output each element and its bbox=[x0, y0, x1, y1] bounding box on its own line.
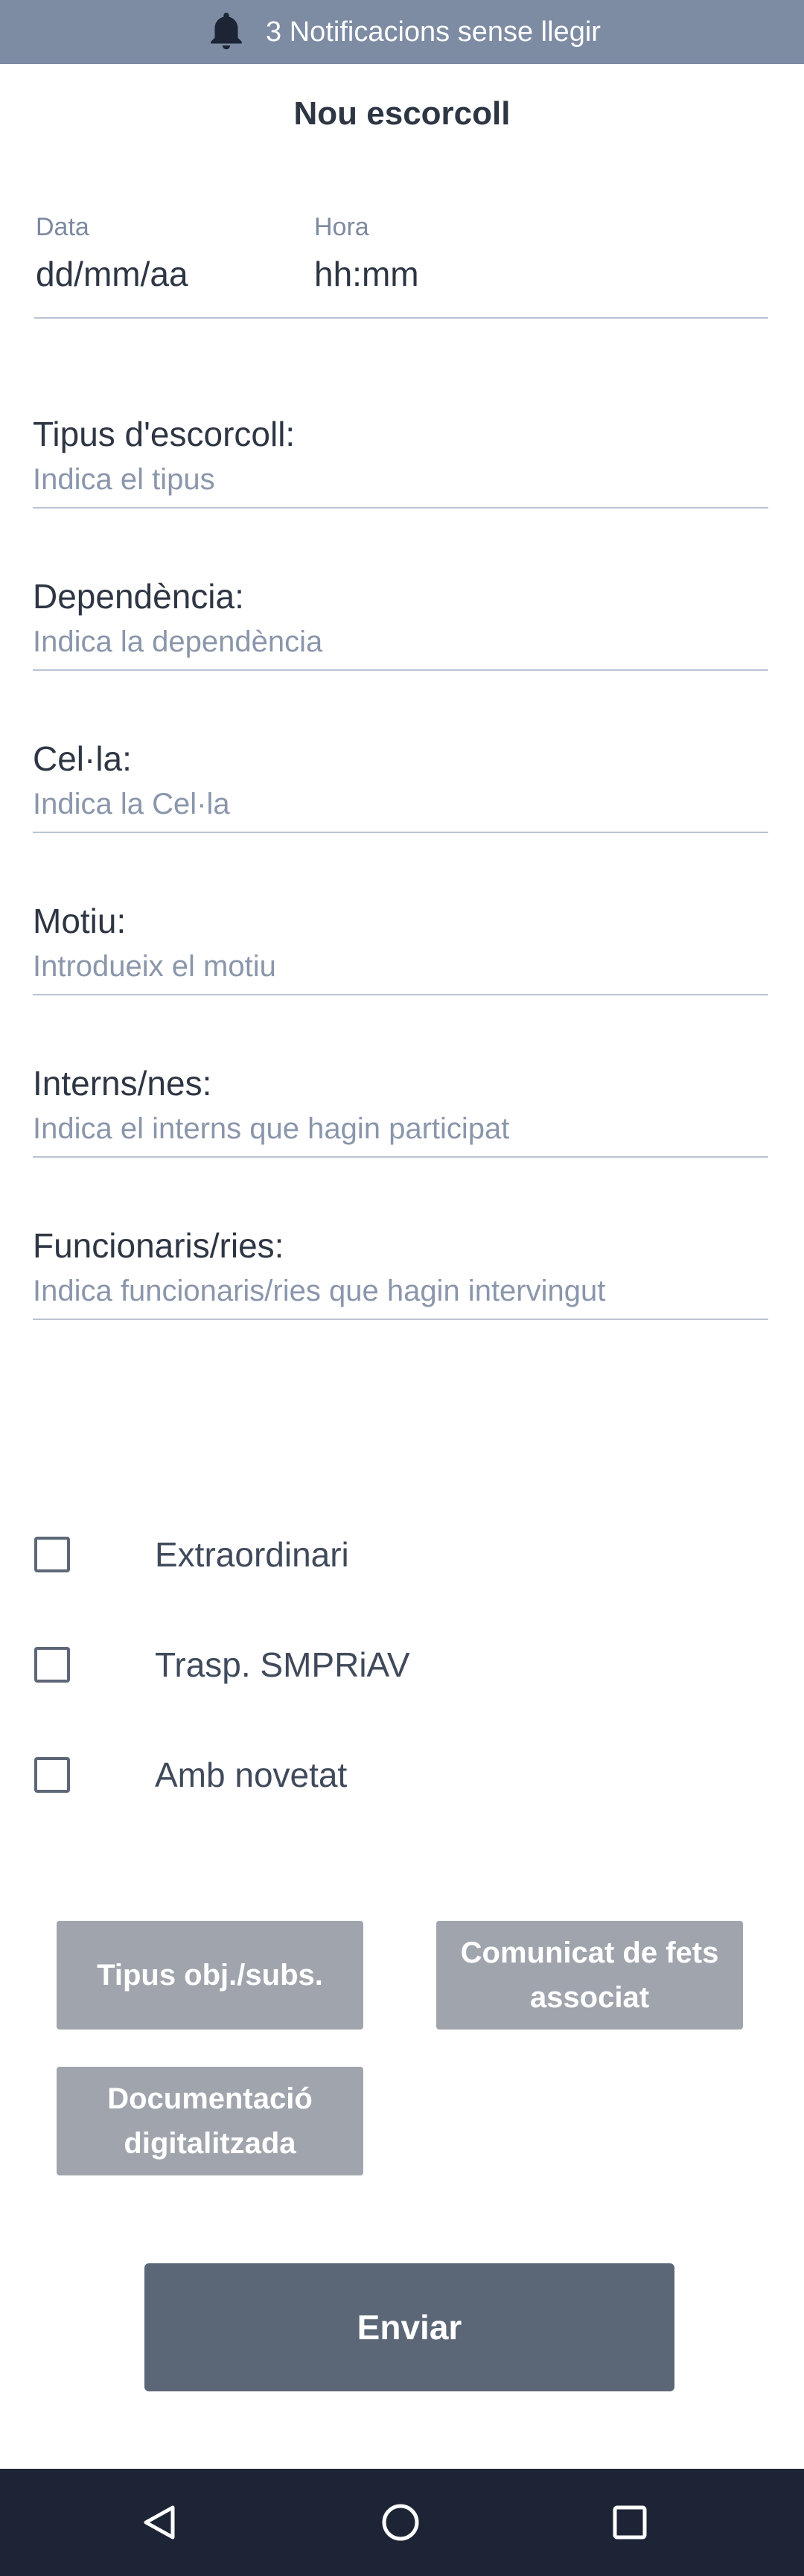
back-triangle-icon[interactable] bbox=[133, 2496, 186, 2549]
field-dependency: Dependència: bbox=[33, 576, 768, 671]
checkbox-extraordinary[interactable]: Extraordinari bbox=[34, 1534, 349, 1575]
date-label: Data bbox=[36, 213, 89, 241]
field-search-type: Tipus d'escorcoll: bbox=[33, 414, 768, 508]
cell-input[interactable] bbox=[33, 788, 768, 821]
checkbox[interactable] bbox=[34, 1647, 70, 1683]
report-button[interactable]: Comunicat de fets associat bbox=[436, 1921, 743, 2030]
checkbox-label: Extraordinari bbox=[155, 1535, 349, 1574]
recents-square-icon[interactable] bbox=[603, 2496, 657, 2549]
field-label: Dependència: bbox=[33, 577, 244, 616]
field-label: Interns/nes: bbox=[33, 1064, 212, 1103]
date-field[interactable]: Data dd/mm/aa bbox=[36, 213, 188, 294]
notification-bar[interactable]: 3 Notificacions sense llegir bbox=[0, 0, 804, 64]
time-value[interactable]: hh:mm bbox=[314, 254, 419, 294]
checkbox-label: Trasp. SMPRiAV bbox=[155, 1645, 410, 1684]
field-reason: Motiu: bbox=[33, 901, 768, 995]
object-type-button[interactable]: Tipus obj./subs. bbox=[57, 1921, 363, 2030]
send-button[interactable]: Enviar bbox=[144, 2263, 674, 2391]
system-nav-bar bbox=[0, 2469, 804, 2576]
checkbox[interactable] bbox=[34, 1537, 70, 1572]
reason-input[interactable] bbox=[33, 950, 768, 983]
search-type-input[interactable] bbox=[33, 463, 768, 497]
date-value[interactable]: dd/mm/aa bbox=[36, 254, 188, 294]
datetime-row: Data dd/mm/aa Hora hh:mm bbox=[34, 213, 768, 319]
page-title: Nou escorcoll bbox=[293, 95, 511, 132]
field-inmates: Interns/nes: bbox=[33, 1063, 768, 1158]
checkbox-transfer[interactable]: Trasp. SMPRiAV bbox=[34, 1644, 410, 1686]
officers-input[interactable] bbox=[33, 1275, 768, 1308]
field-label: Motiu: bbox=[33, 902, 127, 940]
documentation-button[interactable]: Documentació digitalitzada bbox=[57, 2067, 363, 2175]
time-label: Hora bbox=[314, 213, 369, 241]
home-circle-icon[interactable] bbox=[374, 2496, 427, 2549]
dependency-input[interactable] bbox=[33, 625, 768, 659]
notification-text: 3 Notificacions sense llegir bbox=[266, 16, 601, 48]
bell-icon bbox=[211, 13, 242, 50]
field-label: Tipus d'escorcoll: bbox=[33, 415, 296, 453]
checkbox-label: Amb novetat bbox=[155, 1756, 348, 1794]
field-cell: Cel·la: bbox=[33, 739, 768, 833]
time-field[interactable]: Hora hh:mm bbox=[314, 213, 419, 294]
field-officers: Funcionaris/ries: bbox=[33, 1225, 768, 1320]
checkbox[interactable] bbox=[34, 1757, 70, 1793]
field-label: Cel·la: bbox=[33, 739, 132, 778]
field-label: Funcionaris/ries: bbox=[33, 1226, 284, 1265]
checkbox-with-news[interactable]: Amb novetat bbox=[34, 1754, 347, 1796]
inmates-input[interactable] bbox=[33, 1112, 768, 1146]
